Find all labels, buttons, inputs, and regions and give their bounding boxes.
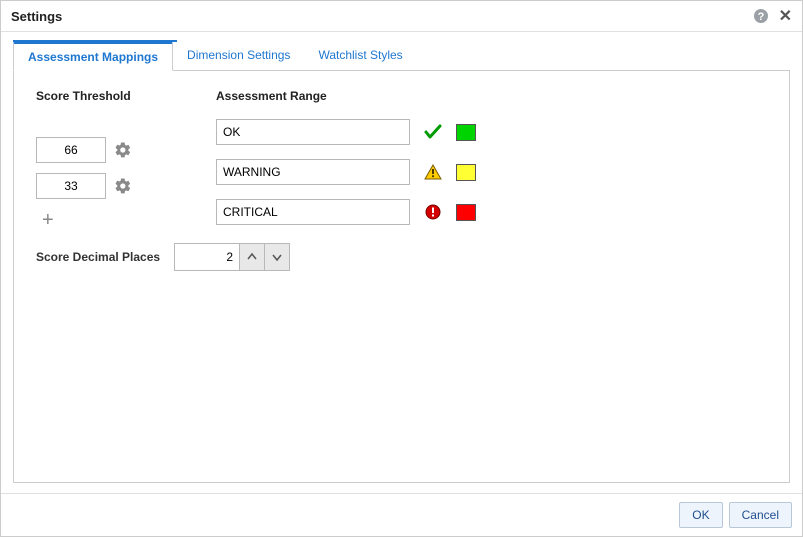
tab-label: Dimension Settings [187, 48, 290, 62]
add-threshold-icon[interactable]: + [36, 209, 176, 232]
decimal-places-label: Score Decimal Places [36, 250, 160, 264]
assessment-range-heading: Assessment Range [216, 89, 767, 103]
range-row-warning [216, 159, 767, 185]
range-row-critical [216, 199, 767, 225]
tab-dimension-settings[interactable]: Dimension Settings [173, 42, 304, 70]
range-label-input[interactable] [216, 119, 410, 145]
threshold-input-2[interactable] [36, 173, 106, 199]
gear-icon[interactable] [114, 177, 132, 195]
color-swatch[interactable] [456, 164, 476, 181]
warning-icon [424, 164, 442, 180]
tab-watchlist-styles[interactable]: Watchlist Styles [304, 42, 416, 70]
range-label-input[interactable] [216, 159, 410, 185]
tab-label: Assessment Mappings [28, 50, 158, 64]
checkmark-icon [424, 124, 442, 140]
tab-bar: Assessment Mappings Dimension Settings W… [13, 42, 790, 71]
spinner-down-icon[interactable] [265, 243, 290, 271]
spinner-up-icon[interactable] [240, 243, 265, 271]
threshold-row [36, 173, 176, 199]
dialog-footer: OK Cancel [1, 493, 802, 536]
tab-assessment-mappings[interactable]: Assessment Mappings [13, 42, 173, 71]
color-swatch[interactable] [456, 204, 476, 221]
tab-label: Watchlist Styles [318, 48, 402, 62]
svg-text:?: ? [757, 11, 764, 23]
range-row-ok [216, 119, 767, 145]
threshold-row [36, 137, 176, 163]
range-label-input[interactable] [216, 199, 410, 225]
color-swatch[interactable] [456, 124, 476, 141]
critical-icon [424, 204, 442, 220]
decimal-places-spinner [174, 243, 290, 271]
help-icon[interactable]: ? [753, 8, 769, 24]
score-threshold-heading: Score Threshold [36, 89, 176, 103]
cancel-button[interactable]: Cancel [729, 502, 792, 528]
titlebar: Settings ? ✕ [1, 1, 802, 32]
dialog-title: Settings [11, 9, 62, 24]
gear-icon[interactable] [114, 141, 132, 159]
close-icon[interactable]: ✕ [779, 6, 792, 26]
threshold-input-1[interactable] [36, 137, 106, 163]
settings-dialog: Settings ? ✕ Assessment Mappings Dimensi… [0, 0, 803, 537]
decimal-places-row: Score Decimal Places [36, 243, 767, 271]
tab-content: Score Threshold + [13, 71, 790, 483]
ok-button[interactable]: OK [679, 502, 722, 528]
decimal-places-input[interactable] [174, 243, 240, 271]
